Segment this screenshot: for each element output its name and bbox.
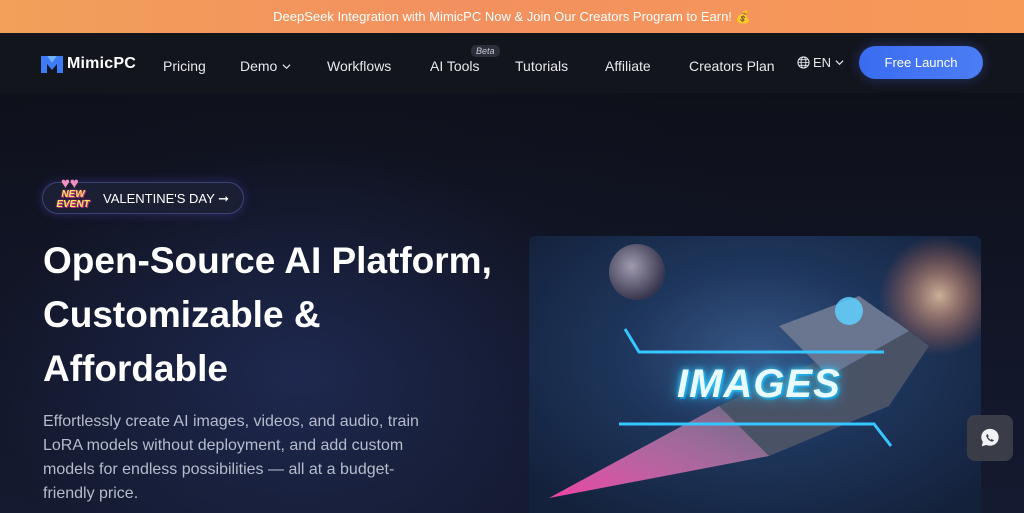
nav-item-pricing[interactable]: Pricing bbox=[163, 58, 206, 74]
language-selector[interactable]: EN bbox=[797, 55, 847, 70]
language-label: EN bbox=[813, 55, 832, 70]
showcase-label: IMAGES bbox=[677, 362, 841, 406]
nav-item-tutorials[interactable]: Tutorials bbox=[515, 58, 568, 74]
nav-item-affiliate[interactable]: Affiliate bbox=[605, 58, 651, 74]
money-bag-icon: 💰 bbox=[735, 9, 751, 24]
showcase-image: IMAGES bbox=[529, 236, 981, 513]
brand-name: MimicPC bbox=[67, 55, 136, 72]
chevron-down-icon bbox=[282, 63, 291, 69]
nav-item-workflows[interactable]: Workflows bbox=[327, 58, 391, 74]
globe-icon bbox=[797, 56, 810, 69]
nav-item-label: AI Tools bbox=[430, 58, 480, 74]
nav-item-label: Tutorials bbox=[515, 58, 569, 74]
free-launch-button[interactable]: Free Launch bbox=[859, 46, 983, 79]
announcement-bar[interactable]: DeepSeek Integration with MimicPC Now & … bbox=[0, 0, 1024, 33]
nav-item-label: Creators Plan bbox=[689, 58, 775, 74]
event-label: VALENTINE'S DAY ➞ bbox=[103, 191, 230, 206]
chat-support-button[interactable] bbox=[967, 415, 1013, 461]
nav-item-label: Workflows bbox=[327, 58, 392, 74]
chat-bubble-icon bbox=[981, 428, 999, 447]
nav-item-creators-plan[interactable]: Creators Plan bbox=[689, 58, 775, 74]
hero-title: Open-Source AI Platform, Customizable & … bbox=[43, 240, 492, 389]
mimicpc-logo-icon bbox=[41, 56, 63, 73]
new-event-text: NEW EVENT bbox=[56, 189, 90, 210]
hero-subtitle: Effortlessly create AI images, videos, a… bbox=[43, 413, 419, 502]
nav-item-label: Pricing bbox=[163, 58, 206, 74]
nav-item-demo[interactable]: Demo bbox=[240, 58, 291, 74]
nav-item-ai-tools[interactable]: AI Tools bbox=[430, 58, 480, 74]
brand-logo[interactable]: MimicPC bbox=[40, 53, 136, 75]
nav-item-label: Demo bbox=[240, 58, 278, 74]
chevron-down-icon bbox=[835, 60, 844, 66]
beta-badge: Beta bbox=[471, 45, 500, 57]
announcement-text: DeepSeek Integration with MimicPC Now & … bbox=[273, 9, 732, 24]
nav-item-label: Affiliate bbox=[605, 58, 651, 74]
new-event-badge: ♥♥ NEW EVENT bbox=[45, 175, 101, 215]
valentines-event-pill[interactable]: ♥♥ NEW EVENT VALENTINE'S DAY ➞ bbox=[42, 175, 244, 214]
